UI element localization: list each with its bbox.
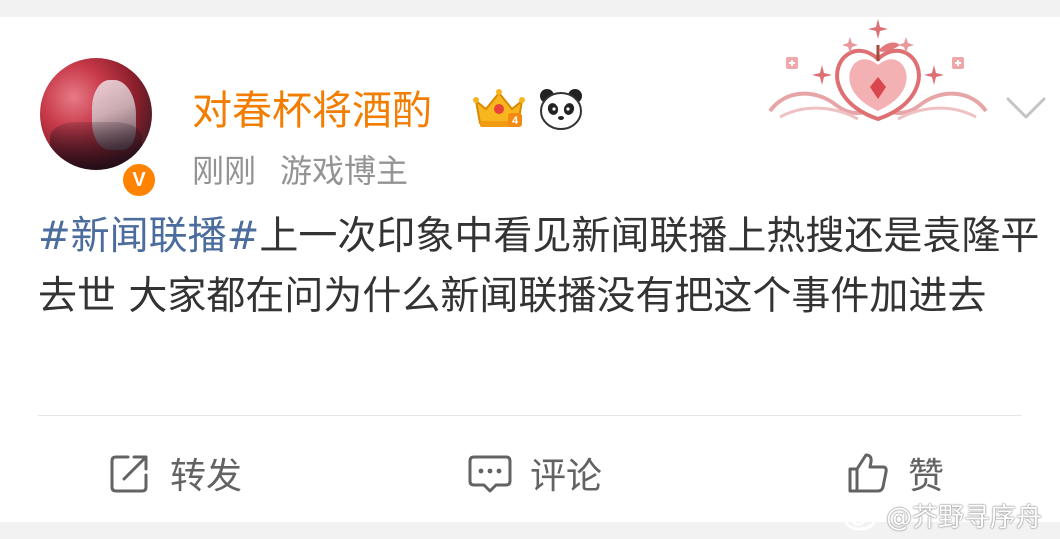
panda-badge-icon[interactable] <box>538 87 584 131</box>
username[interactable]: 对春杯将酒酌 <box>192 87 432 135</box>
crown-badge-icon[interactable]: 4 <box>472 87 526 131</box>
avatar-container[interactable]: V <box>40 58 158 199</box>
hashtag-link[interactable]: #新闻联播# <box>38 214 259 259</box>
post-meta: 刚刚 游戏博主 <box>192 151 408 191</box>
comment-label: 评论 <box>530 456 603 497</box>
chevron-down-icon[interactable] <box>1002 83 1050 131</box>
comment-bubble-icon <box>468 455 512 493</box>
like-button[interactable]: 赞 <box>846 447 944 499</box>
svg-text:4: 4 <box>512 115 519 127</box>
post-body: #新闻联播#上一次印象中看见新闻联播上热搜还是袁隆平去世 大家都在问为什么新闻联… <box>38 207 1048 327</box>
strawberry-card-decoration <box>768 19 988 122</box>
repost-button[interactable]: 转发 <box>108 447 242 499</box>
avatar[interactable] <box>40 58 152 170</box>
weibo-post-card: V 对春杯将酒酌 4 刚刚 游戏博主 #新闻联播#上一次印象中看见新闻联播上热搜… <box>0 17 1060 522</box>
divider <box>38 415 1022 416</box>
weibo-watermark: @芥野寻序舟 <box>842 497 1042 533</box>
verified-badge-icon: V <box>120 161 158 199</box>
like-label: 赞 <box>908 456 945 497</box>
comment-button[interactable]: 评论 <box>468 447 602 499</box>
post-time: 刚刚 <box>192 152 257 190</box>
watermark-text: @芥野寻序舟 <box>886 502 1043 533</box>
share-arrow-icon <box>110 455 148 493</box>
weibo-logo-icon <box>843 503 882 531</box>
author-tag: 游戏博主 <box>280 152 409 190</box>
repost-label: 转发 <box>170 456 243 497</box>
thumbs-up-icon <box>848 453 888 493</box>
